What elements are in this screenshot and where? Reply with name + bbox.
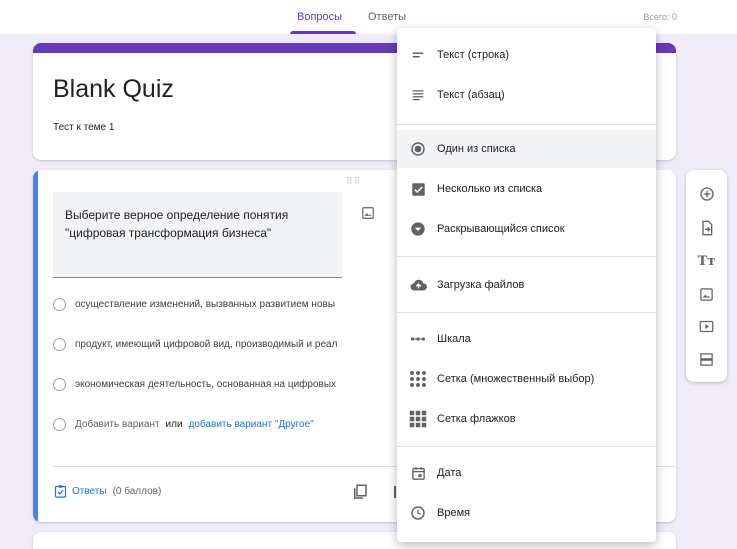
add-video-icon[interactable] <box>698 318 715 335</box>
add-section-icon[interactable] <box>698 351 715 368</box>
option-row[interactable]: осуществление изменений, вызванных разви… <box>53 298 335 311</box>
form-description[interactable]: Тест к теме 1 <box>53 122 114 133</box>
add-option-row: Добавить вариант или добавить вариант "Д… <box>53 418 314 431</box>
tab-answers[interactable]: Ответы <box>368 11 406 23</box>
grid-dots-icon <box>409 370 427 388</box>
menu-item-paragraph[interactable]: Текст (абзац) <box>397 76 656 114</box>
menu-divider <box>397 124 656 125</box>
question-title-field[interactable]: Выберите верное определение понятия "циф… <box>53 192 342 278</box>
menu-item-multiple-choice[interactable]: Один из списка <box>397 130 656 168</box>
answers-label: Ответы <box>72 486 107 497</box>
linear-scale-icon <box>409 330 427 348</box>
menu-item-time[interactable]: Время <box>397 494 656 532</box>
menu-item-label: Текст (строка) <box>437 49 510 61</box>
menu-item-label: Загрузка файлов <box>437 279 525 291</box>
or-text: или <box>165 419 183 430</box>
menu-item-file-upload[interactable]: Загрузка файлов <box>397 266 656 304</box>
option-row[interactable]: экономическая деятельность, основанная н… <box>53 378 336 391</box>
menu-divider <box>397 446 656 447</box>
question-type-menu: Текст (строка) Текст (абзац) Один из спи… <box>397 28 656 542</box>
add-option-link[interactable]: Добавить вариант <box>75 419 160 430</box>
menu-item-linear-scale[interactable]: Шкала <box>397 320 656 358</box>
menu-item-label: Раскрывающийся список <box>437 223 565 235</box>
option-label[interactable]: продукт, имеющий цифровой вид, производи… <box>75 339 337 350</box>
points-label: (0 баллов) <box>112 486 162 497</box>
menu-item-dropdown[interactable]: Раскрывающийся список <box>397 210 656 248</box>
short-text-icon <box>409 46 427 64</box>
menu-item-label: Несколько из списка <box>437 183 543 195</box>
add-image-icon[interactable] <box>361 206 375 220</box>
menu-divider <box>397 312 656 313</box>
menu-item-checkboxes[interactable]: Несколько из списка <box>397 170 656 208</box>
option-label[interactable]: экономическая деятельность, основанная н… <box>75 379 336 390</box>
question-text-line-1: Выберите верное определение понятия <box>65 208 289 222</box>
add-title-icon[interactable]: Tт <box>698 253 716 270</box>
menu-item-date[interactable]: Дата <box>397 454 656 492</box>
radio-icon <box>53 338 66 351</box>
option-row[interactable]: продукт, имеющий цифровой вид, производи… <box>53 338 337 351</box>
calendar-icon <box>409 464 427 482</box>
import-questions-icon[interactable] <box>698 219 715 236</box>
radio-icon <box>53 418 66 431</box>
option-label[interactable]: осуществление изменений, вызванных разви… <box>75 299 335 310</box>
answer-key-button[interactable]: Ответы (0 баллов) <box>53 484 161 499</box>
tab-questions[interactable]: Вопросы <box>297 11 342 23</box>
duplicate-icon[interactable] <box>351 483 369 501</box>
menu-item-multiple-choice-grid[interactable]: Сетка (множественный выбор) <box>397 360 656 398</box>
total-points: Всего: 0 <box>643 12 677 22</box>
answer-key-icon <box>54 485 67 498</box>
radio-button-icon <box>409 140 427 158</box>
add-image-icon[interactable] <box>698 286 715 303</box>
menu-item-short-text[interactable]: Текст (строка) <box>397 36 656 74</box>
menu-item-label: Сетка (множественный выбор) <box>437 373 595 385</box>
cloud-upload-icon <box>409 276 427 294</box>
side-toolbar: Tт <box>686 170 727 382</box>
radio-icon <box>53 298 66 311</box>
radio-icon <box>53 378 66 391</box>
grid-squares-icon <box>409 410 427 428</box>
menu-item-label: Текст (абзац) <box>437 89 505 101</box>
active-tab-indicator <box>290 31 356 34</box>
paragraph-icon <box>409 86 427 104</box>
checkbox-icon <box>409 180 427 198</box>
add-other-link[interactable]: добавить вариант "Другое" <box>189 419 314 430</box>
drag-handle-icon[interactable]: ⠿⠿ <box>346 176 361 187</box>
add-question-icon[interactable] <box>698 185 715 202</box>
menu-item-checkbox-grid[interactable]: Сетка флажков <box>397 400 656 438</box>
menu-item-label: Дата <box>437 467 462 479</box>
menu-item-label: Один из списка <box>437 143 516 155</box>
active-card-indicator <box>33 170 38 522</box>
clock-icon <box>409 504 427 522</box>
menu-item-label: Шкала <box>437 333 471 345</box>
question-text-line-2: "цифровая трансформация бизнеса" <box>65 226 272 240</box>
form-title[interactable]: Blank Quiz <box>53 75 174 104</box>
menu-item-label: Сетка флажков <box>437 413 516 425</box>
menu-divider <box>397 256 656 257</box>
menu-item-label: Время <box>437 507 471 519</box>
dropdown-icon <box>409 220 427 238</box>
